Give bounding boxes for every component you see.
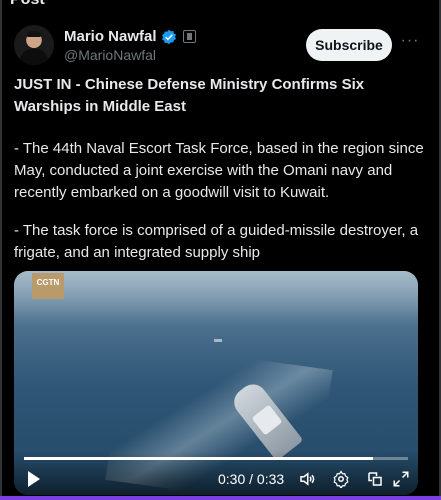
video-progress-bar[interactable] xyxy=(24,457,408,460)
avatar[interactable] xyxy=(14,25,54,65)
distant-ship xyxy=(214,339,222,342)
avatar-hair xyxy=(27,31,41,37)
top-bar: Post xyxy=(0,0,441,14)
user-handle[interactable]: @MarioNawfal xyxy=(64,47,156,63)
frame-border-left xyxy=(0,0,2,500)
video-sky-haze xyxy=(14,271,418,326)
video-player[interactable]: CGTN 0:30 / 0:33 xyxy=(14,271,418,495)
subscribe-button[interactable]: Subscribe xyxy=(306,29,392,61)
fullscreen-icon[interactable] xyxy=(392,470,410,488)
picture-in-picture-icon[interactable] xyxy=(366,470,384,488)
post-paragraph-1: - The 44th Naval Escort Task Force, base… xyxy=(14,140,424,201)
more-options-icon[interactable]: ··· xyxy=(400,33,420,53)
verified-badge-icon xyxy=(161,29,176,44)
affiliation-badge-icon xyxy=(182,30,196,43)
cgtn-watermark: CGTN xyxy=(32,273,64,299)
post-paragraph-2: - The task force is comprised of a guide… xyxy=(14,222,419,261)
name-row: Mario Nawfal xyxy=(64,28,196,45)
page-title: Post xyxy=(10,0,45,9)
avatar-suit xyxy=(20,49,48,65)
volume-icon[interactable] xyxy=(298,470,316,488)
video-time: 0:30 / 0:33 xyxy=(218,471,285,487)
video-progress-fill xyxy=(24,457,374,460)
frame-border-bottom xyxy=(0,496,441,500)
display-name[interactable]: Mario Nawfal xyxy=(64,28,157,45)
post-headline: JUST IN - Chinese Defense Ministry Confi… xyxy=(14,76,365,115)
play-icon[interactable] xyxy=(28,471,40,487)
settings-icon[interactable] xyxy=(332,470,350,488)
